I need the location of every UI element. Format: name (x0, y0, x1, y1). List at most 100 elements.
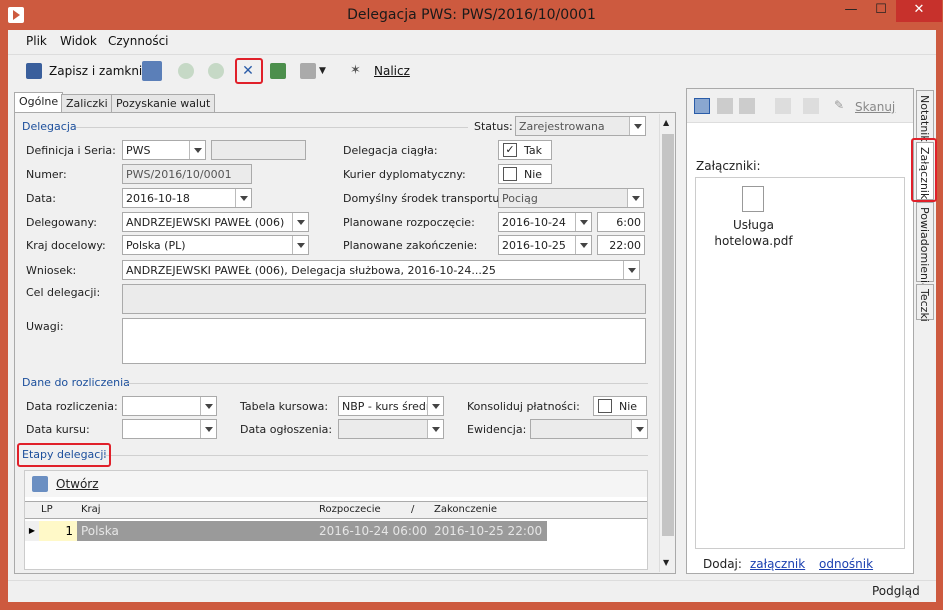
etapy-toolbar (25, 471, 647, 497)
attachments-label: Załączniki: (696, 159, 761, 173)
tab-ogolne[interactable]: Ogólne (14, 92, 64, 113)
kraj-select[interactable]: Polska (PL) (122, 235, 309, 255)
menu-widok[interactable]: Widok (60, 34, 97, 48)
date-label: Data: (26, 192, 56, 205)
open-button[interactable]: Otwórz (56, 477, 99, 491)
add-attachment-link[interactable]: załącznik (750, 557, 805, 571)
kurier-checkbox[interactable] (503, 167, 517, 181)
chevron-down-icon[interactable] (627, 189, 643, 207)
chevron-down-icon[interactable] (629, 117, 645, 135)
def-value: PWS (126, 144, 151, 157)
chevron-down-icon[interactable] (200, 397, 216, 415)
menu-czynnosci[interactable]: Czynności (108, 34, 169, 48)
window-title: Delegacja PWS: PWS/2016/10/0001 (347, 7, 596, 23)
chevron-down-icon[interactable] (427, 397, 443, 415)
data-rozl-field[interactable] (122, 396, 217, 416)
print-icon[interactable] (300, 63, 316, 79)
menu-plik[interactable]: Plik (26, 34, 47, 48)
col-kraj[interactable]: Kraj (81, 504, 101, 515)
calculate-button[interactable]: Nalicz (374, 64, 410, 78)
wniosek-label: Wniosek: (26, 264, 77, 277)
deleg-label: Delegowany: (26, 216, 97, 229)
chevron-down-icon[interactable] (292, 236, 308, 254)
toolbar: Zapisz i zamknij ✕ ▼ ✶ Nalicz (8, 54, 936, 86)
attachments-list: Usługa hotelowa.pdf (695, 177, 905, 549)
maximize-button[interactable]: ☐ (866, 0, 896, 22)
konsol-checkbox-wrap[interactable]: Nie (593, 396, 647, 416)
chevron-down-icon[interactable]: ▼ (319, 63, 335, 79)
start-time[interactable]: 6:00 (597, 212, 645, 232)
add-link-link[interactable]: odnośnik (819, 557, 873, 571)
save-icon-2[interactable] (142, 61, 162, 81)
refresh-icon[interactable] (270, 63, 286, 79)
chevron-down-icon[interactable] (235, 189, 251, 207)
tabela-select[interactable]: NBP - kurs średni (338, 396, 444, 416)
cell-kraj[interactable]: Polska (81, 524, 119, 538)
def-select[interactable]: PWS (122, 140, 206, 160)
ogloszenia-field[interactable] (338, 419, 444, 439)
chevron-down-icon[interactable] (427, 420, 443, 438)
end-date[interactable]: 2016-10-25 (498, 235, 592, 255)
scroll-up-icon[interactable]: ▲ (663, 118, 669, 127)
tab-pozyskanie[interactable]: Pozyskanie walut (111, 94, 216, 113)
file-name-2[interactable]: hotelowa.pdf (696, 234, 811, 248)
uwagi-field[interactable] (122, 318, 646, 364)
cell-lp[interactable]: 1 (39, 521, 77, 541)
ciagla-checkbox[interactable]: ✓ (503, 143, 517, 157)
col-end[interactable]: Zakonczenie (434, 504, 497, 515)
preview-icon[interactable] (739, 98, 755, 114)
chevron-down-icon[interactable] (292, 213, 308, 231)
wniosek-select[interactable]: ANDRZEJEWSKI PAWEŁ (006), Delegacja służ… (122, 260, 640, 280)
status-select[interactable]: Zarejestrowana (515, 116, 646, 136)
document-icon[interactable] (717, 98, 733, 114)
cell-start[interactable]: 2016-10-24 06:00 (319, 524, 427, 538)
data-kursu-field[interactable] (122, 419, 217, 439)
kurier-value: Nie (524, 168, 543, 181)
forward-icon[interactable] (208, 63, 224, 79)
save-icon[interactable] (803, 98, 819, 114)
vtab-powiadomienia[interactable]: Powiadomienia (916, 202, 934, 290)
file-icon[interactable] (742, 186, 764, 212)
start-date[interactable]: 2016-10-24 (498, 212, 592, 232)
scanner-icon[interactable] (775, 98, 791, 114)
wniosek-value: ANDRZEJEWSKI PAWEŁ (006), Delegacja służ… (126, 264, 496, 277)
back-icon[interactable] (178, 63, 194, 79)
chevron-down-icon[interactable] (631, 420, 647, 438)
deleg-select[interactable]: ANDRZEJEWSKI PAWEŁ (006) (122, 212, 309, 232)
end-time[interactable]: 22:00 (597, 235, 645, 255)
chevron-down-icon[interactable] (200, 420, 216, 438)
vtab-powiadomienia-label: Powiadomienia (918, 207, 931, 290)
menu-bar: Plik Widok Czynności (8, 30, 936, 52)
table-row[interactable]: ▶ 1 Polska 2016-10-24 06:00 2016-10-25 2… (25, 521, 547, 541)
preview-label[interactable]: Podgląd (872, 584, 920, 598)
ewid-select[interactable] (530, 419, 648, 439)
cell-end[interactable]: 2016-10-25 22:00 (434, 524, 542, 538)
col-lp[interactable]: LP (41, 504, 53, 515)
kraj-value: Polska (PL) (126, 239, 186, 252)
vtab-teczki[interactable]: Teczki (916, 284, 934, 322)
chevron-down-icon[interactable] (189, 141, 205, 159)
close-button[interactable]: ✕ (896, 0, 942, 22)
konsol-checkbox[interactable] (598, 399, 612, 413)
chevron-down-icon[interactable] (575, 236, 591, 254)
minimize-button[interactable]: — (836, 0, 866, 22)
tab-zaliczki[interactable]: Zaliczki (61, 94, 113, 113)
scroll-thumb[interactable] (662, 134, 674, 536)
divider (76, 127, 468, 128)
vtab-notatnik-label: Notatnik (918, 95, 931, 142)
date-field[interactable]: 2016-10-18 (122, 188, 252, 208)
chevron-down-icon[interactable] (575, 213, 591, 231)
chevron-down-icon[interactable] (623, 261, 639, 279)
file-name-1[interactable]: Usługa (696, 218, 811, 232)
col-start[interactable]: Rozpoczecie (319, 504, 381, 515)
ciagla-checkbox-wrap[interactable]: ✓ Tak (498, 140, 552, 160)
scan-icon: ✎ (834, 98, 845, 112)
grid-view-icon[interactable] (694, 98, 710, 114)
transport-select[interactable]: Pociąg (498, 188, 644, 208)
scan-button[interactable]: Skanuj (855, 100, 895, 114)
scrollbar[interactable]: ▲ ▼ (659, 114, 675, 572)
save-close-button[interactable]: Zapisz i zamknij (49, 64, 146, 78)
kurier-checkbox-wrap[interactable]: Nie (498, 164, 552, 184)
vtab-notatnik[interactable]: Notatnik (916, 90, 934, 142)
scroll-down-icon[interactable]: ▼ (663, 558, 669, 567)
